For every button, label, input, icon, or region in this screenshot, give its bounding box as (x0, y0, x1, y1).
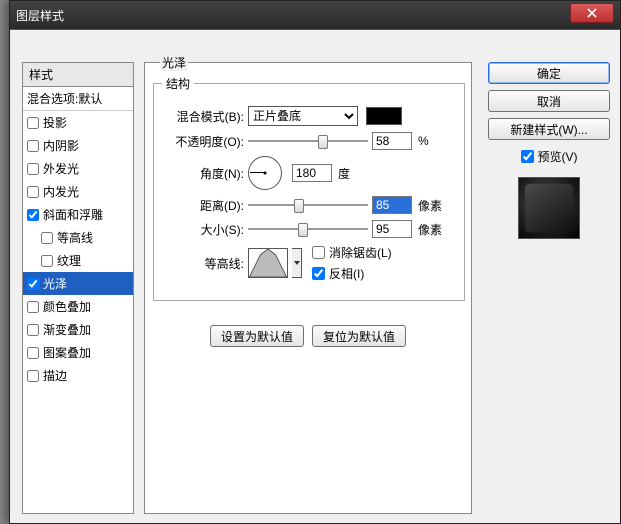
style-label: 光泽 (43, 275, 67, 292)
invert-checkbox[interactable] (312, 267, 325, 280)
size-unit: 像素 (418, 221, 442, 238)
style-item-4[interactable]: 斜面和浮雕 (23, 203, 133, 226)
size-slider[interactable] (248, 222, 368, 236)
angle-unit: 度 (338, 165, 350, 182)
style-label: 投影 (43, 114, 67, 131)
size-input[interactable] (372, 220, 412, 238)
preview-thumbnail (518, 177, 580, 239)
invert-checkbox-row[interactable]: 反相(I) (312, 265, 392, 282)
layer-style-dialog: 图层样式 光泽 样式 混合选项:默认 投影内阴影外发光内发光斜面和浮雕等高线纹理… (9, 0, 621, 524)
style-item-10[interactable]: 图案叠加 (23, 341, 133, 364)
style-checkbox-11[interactable] (27, 370, 39, 382)
style-checkbox-6[interactable] (41, 255, 53, 267)
style-item-1[interactable]: 内阴影 (23, 134, 133, 157)
opacity-unit: % (418, 134, 429, 148)
style-item-5[interactable]: 等高线 (23, 226, 133, 249)
antialias-checkbox-row[interactable]: 消除锯齿(L) (312, 244, 392, 261)
style-label: 渐变叠加 (43, 321, 91, 338)
distance-label: 距离(D): (162, 197, 244, 214)
style-label: 颜色叠加 (43, 298, 91, 315)
blend-mode-select[interactable]: 正片叠底 (248, 106, 358, 126)
style-checkbox-2[interactable] (27, 163, 39, 175)
cancel-button[interactable]: 取消 (488, 90, 610, 112)
style-checkbox-10[interactable] (27, 347, 39, 359)
styles-list-panel: 样式 混合选项:默认 投影内阴影外发光内发光斜面和浮雕等高线纹理光泽颜色叠加渐变… (22, 62, 134, 514)
style-checkbox-7[interactable] (27, 278, 39, 290)
style-checkbox-3[interactable] (27, 186, 39, 198)
titlebar[interactable]: 图层样式 (10, 1, 620, 29)
angle-label: 角度(N): (162, 165, 244, 182)
opacity-slider[interactable] (248, 134, 368, 148)
style-item-9[interactable]: 渐变叠加 (23, 318, 133, 341)
dialog-body: 光泽 样式 混合选项:默认 投影内阴影外发光内发光斜面和浮雕等高线纹理光泽颜色叠… (10, 29, 620, 523)
right-button-column: 确定 取消 新建样式(W)... 预览(V) (488, 62, 610, 239)
close-button[interactable] (570, 3, 614, 23)
distance-slider[interactable] (248, 198, 368, 212)
make-default-button[interactable]: 设置为默认值 (210, 325, 304, 347)
styles-header: 样式 (23, 63, 133, 87)
invert-label: 反相(I) (329, 265, 364, 282)
satin-group-label: 光泽 (160, 54, 188, 71)
distance-input[interactable] (372, 196, 412, 214)
style-item-8[interactable]: 颜色叠加 (23, 295, 133, 318)
style-item-0[interactable]: 投影 (23, 111, 133, 134)
style-item-11[interactable]: 描边 (23, 364, 133, 387)
style-label: 内阴影 (43, 137, 79, 154)
style-label: 描边 (43, 367, 67, 384)
preview-label: 预览(V) (538, 148, 578, 165)
style-label: 内发光 (43, 183, 79, 200)
style-item-3[interactable]: 内发光 (23, 180, 133, 203)
style-label: 等高线 (57, 229, 93, 246)
style-item-2[interactable]: 外发光 (23, 157, 133, 180)
style-checkbox-5[interactable] (41, 232, 53, 244)
blend-mode-label: 混合模式(B): (162, 108, 244, 125)
preview-checkbox[interactable] (521, 150, 534, 163)
style-label: 斜面和浮雕 (43, 206, 103, 223)
blending-options-default[interactable]: 混合选项:默认 (23, 87, 133, 111)
angle-input[interactable] (292, 164, 332, 182)
contour-label: 等高线: (162, 255, 244, 272)
opacity-input[interactable] (372, 132, 412, 150)
close-icon (587, 8, 597, 18)
style-checkbox-0[interactable] (27, 117, 39, 129)
dialog-title: 图层样式 (16, 7, 64, 24)
style-item-6[interactable]: 纹理 (23, 249, 133, 272)
style-checkbox-9[interactable] (27, 324, 39, 336)
structure-group: 结构 混合模式(B): 正片叠底 不透明度(O): % (153, 75, 465, 301)
structure-legend: 结构 (162, 75, 194, 92)
contour-dropdown[interactable] (292, 248, 302, 278)
contour-curve-icon (249, 249, 287, 277)
style-item-7[interactable]: 光泽 (23, 272, 133, 295)
style-label: 图案叠加 (43, 344, 91, 361)
blend-color-swatch[interactable] (366, 107, 402, 125)
ok-button[interactable]: 确定 (488, 62, 610, 84)
opacity-label: 不透明度(O): (162, 133, 244, 150)
reset-default-button[interactable]: 复位为默认值 (312, 325, 406, 347)
style-checkbox-1[interactable] (27, 140, 39, 152)
size-label: 大小(S): (162, 221, 244, 238)
main-options-panel: 结构 混合模式(B): 正片叠底 不透明度(O): % (144, 62, 472, 514)
style-checkbox-4[interactable] (27, 209, 39, 221)
antialias-checkbox[interactable] (312, 246, 325, 259)
distance-unit: 像素 (418, 197, 442, 214)
style-label: 外发光 (43, 160, 79, 177)
chevron-down-icon (294, 261, 300, 265)
antialias-label: 消除锯齿(L) (329, 244, 392, 261)
angle-dial[interactable] (248, 156, 282, 190)
style-checkbox-8[interactable] (27, 301, 39, 313)
contour-preview[interactable] (248, 248, 288, 278)
style-label: 纹理 (57, 252, 81, 269)
new-style-button[interactable]: 新建样式(W)... (488, 118, 610, 140)
